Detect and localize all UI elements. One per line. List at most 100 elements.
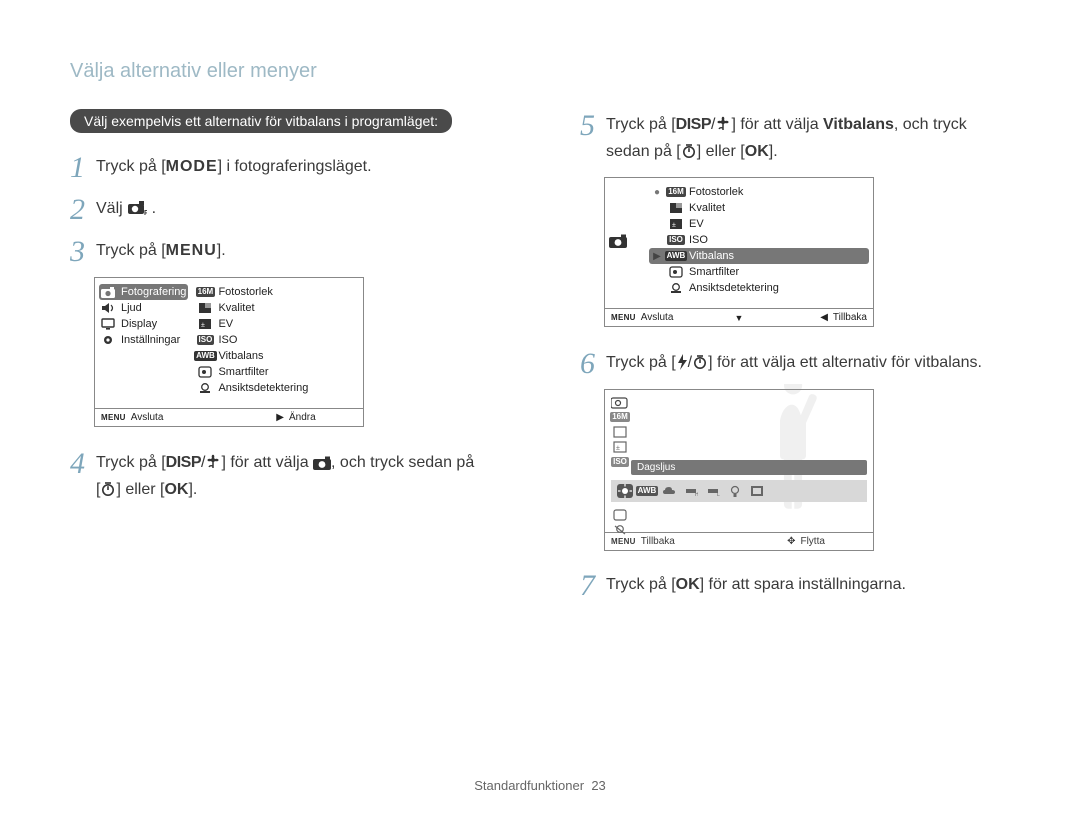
self-timer-icon [681, 143, 697, 167]
svg-text:H: H [695, 492, 698, 497]
opt-ev: ±EV [196, 316, 359, 332]
self-timer-icon [100, 481, 116, 505]
face-detect-icon [198, 382, 212, 394]
wb-options-strip: AWB H L [611, 480, 867, 502]
left-column: Välj exempelvis ett alternativ för vitba… [70, 109, 520, 611]
opt-iso: ISOISO [196, 332, 359, 348]
wb-opt-cloudy [661, 484, 677, 498]
right-column: 5 Tryck på [DISP/] för att välja Vitbala… [580, 109, 1010, 611]
svg-text:±: ± [672, 222, 676, 229]
lcd-menu-screenshot-2: ●16MFotostorlek Kvalitet ±EV ISOISO ▶AWB… [604, 177, 874, 327]
ev-icon: ± [669, 218, 683, 230]
wb-opt-awb: AWB [639, 484, 655, 498]
svg-text:±: ± [201, 322, 205, 329]
camera-icon [609, 234, 641, 251]
opt-fotostorlek: ●16MFotostorlek [649, 184, 869, 200]
svg-text:±: ± [616, 445, 620, 452]
macro-flower-icon [205, 454, 221, 478]
smartfilter-icon [669, 266, 683, 278]
wb-selected-label: Dagsljus [631, 460, 867, 475]
macro-flower-icon [715, 116, 731, 140]
display-icon [101, 318, 115, 330]
wb-opt-custom [749, 484, 765, 498]
opt-ansiktsdetektering: Ansiktsdetektering [649, 280, 869, 296]
opt-vitbalans: ▶AWBVitbalans [649, 248, 869, 264]
step-text: Tryck på [DISP/] för att välja , och try… [96, 447, 474, 505]
opt-iso: ISOISO [649, 232, 869, 248]
step-7: 7 Tryck på [OK] för att spara inställnin… [580, 569, 1010, 601]
wb-opt-fluorescent-l: L [705, 484, 721, 498]
step-number: 1 [70, 151, 96, 183]
example-pill: Välj exempelvis ett alternativ för vitba… [70, 109, 452, 133]
mode-key: MODE [166, 158, 218, 175]
lcd-bottom-bar: MENUAvsluta ▼ ◀Tillbaka [605, 308, 873, 326]
ev-icon: ± [611, 441, 629, 453]
ok-key: OK [676, 576, 700, 593]
tab-display: Display [99, 316, 188, 332]
opt-kvalitet: Kvalitet [196, 300, 359, 316]
face-detect-icon [669, 282, 683, 294]
wb-opt-tungsten [727, 484, 743, 498]
wb-opt-daylight [617, 484, 633, 498]
quality-icon [611, 426, 629, 438]
lcd-wb-screenshot: 16M ± ISO Dagsljus AWB H L [604, 389, 874, 551]
step-number: 4 [70, 447, 96, 479]
step-4: 4 Tryck på [DISP/] för att välja , och t… [70, 447, 520, 505]
disp-key: DISP [166, 454, 201, 471]
flash-icon [676, 354, 688, 378]
menu-key: MENU [166, 242, 217, 259]
lcd-bottom-bar: MENUAvsluta ▶Ändra [95, 408, 363, 426]
opt-vitbalans: AWBVitbalans [196, 348, 359, 364]
lcd-right-options: ●16MFotostorlek Kvalitet ±EV ISOISO ▶AWB… [645, 178, 873, 308]
step-text: Tryck på [MODE] i fotograferingsläget. [96, 151, 372, 179]
step-number: 7 [580, 569, 606, 601]
step-text: Tryck på [OK] för att spara inställninga… [606, 569, 906, 597]
svg-text:P: P [144, 210, 147, 216]
step-3: 3 Tryck på [MENU]. [70, 235, 520, 267]
left-arrow-icon: ◀ [820, 312, 828, 323]
step-text: Tryck på [DISP/] för att välja Vitbalans… [606, 109, 967, 167]
tab-installningar: Inställningar [99, 332, 188, 348]
opt-ansiktsdetektering: Ansiktsdetektering [196, 380, 359, 396]
step-number: 3 [70, 235, 96, 267]
step-text: Tryck på [MENU]. [96, 235, 226, 263]
self-timer-icon [692, 354, 708, 378]
step-5: 5 Tryck på [DISP/] för att välja Vitbala… [580, 109, 1010, 167]
step-1: 1 Tryck på [MODE] i fotograferingsläget. [70, 151, 520, 183]
lcd-bottom-bar: MENUTillbaka ✥Flytta [605, 532, 873, 550]
step-text: Tryck på [/] för att välja ett alternati… [606, 347, 982, 378]
right-arrow-icon: ▶ [276, 412, 284, 423]
opt-smartfilter: Smartfilter [649, 264, 869, 280]
smartfilter-icon [611, 509, 629, 521]
gear-icon [101, 334, 115, 346]
ok-key: OK [745, 143, 769, 160]
camera-p-icon: P [127, 200, 147, 224]
tab-fotografering: Fotografering [99, 284, 188, 300]
quality-icon [198, 302, 212, 314]
sound-icon [101, 302, 115, 314]
step-number: 6 [580, 347, 606, 379]
page-footer: Standardfunktioner 23 [0, 778, 1080, 793]
opt-kvalitet: Kvalitet [649, 200, 869, 216]
step-text: Välj P . [96, 193, 156, 224]
lcd-menu-screenshot-1: Fotografering Ljud Display Inställningar [94, 277, 364, 427]
ok-key: OK [164, 481, 188, 498]
smartfilter-icon [198, 366, 212, 378]
svg-text:L: L [717, 492, 720, 497]
step-number: 5 [580, 109, 606, 141]
step-number: 2 [70, 193, 96, 225]
opt-smartfilter: Smartfilter [196, 364, 359, 380]
opt-fotostorlek: 16MFotostorlek [196, 284, 359, 300]
lcd3-side-icons: 16M ± ISO [611, 396, 629, 536]
step-2: 2 Välj P . [70, 193, 520, 225]
ev-icon: ± [198, 318, 212, 330]
camera-icon [313, 454, 331, 478]
camera-icon [101, 286, 115, 298]
camera-p-icon [611, 396, 629, 408]
lcd-right-options: 16MFotostorlek Kvalitet ±EV ISOISO AWBVi… [192, 278, 363, 408]
nav-cross-icon: ✥ [787, 536, 795, 547]
step-6: 6 Tryck på [/] för att välja ett alterna… [580, 347, 1010, 379]
page-title: Välja alternativ eller menyer [70, 60, 1010, 83]
quality-icon [669, 202, 683, 214]
lcd-left-tabs: Fotografering Ljud Display Inställningar [95, 278, 192, 408]
